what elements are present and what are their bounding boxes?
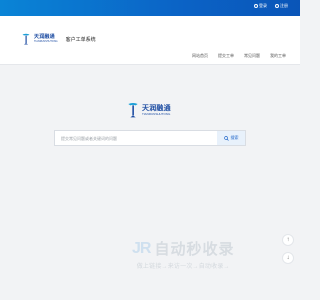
- site-header: 天润融通 TIANRUNSHUTONG 客户工单系统 网站首页 提交工单 常见问…: [0, 16, 300, 65]
- brand-name: 天润融通: [34, 33, 55, 40]
- search-box: 提交常见问题或者关键词的问题 搜索: [54, 130, 246, 146]
- search-input[interactable]: 提交常见问题或者关键词的问题: [61, 136, 117, 142]
- watermark-row: JR 自动秒收录: [132, 238, 234, 259]
- register-link[interactable]: 注册: [275, 3, 288, 9]
- brand[interactable]: 天润融通 TIANRUNSHUTONG 客户工单系统: [22, 33, 96, 45]
- nav-item-submit-ticket[interactable]: 提交工单: [218, 53, 234, 59]
- brand-name-en: TIANRUNSHUTONG: [34, 39, 58, 43]
- watermark: JR 自动秒收录 做上链接→来访一次→自动收录→: [132, 238, 234, 271]
- search-button[interactable]: 搜索: [217, 131, 245, 145]
- watermark-tagline: 做上链接→来访一次→自动收录→: [136, 264, 230, 270]
- watermark-logo: JR: [132, 239, 151, 257]
- center-logo-name: 天润融通: [142, 104, 171, 112]
- watermark-title: 自动秒收录: [154, 241, 235, 258]
- top-bar: 登录 注册: [0, 0, 300, 16]
- center-logo: 天润融通 TIANRUNSHUTONG: [127, 102, 171, 118]
- register-icon: [275, 4, 279, 8]
- brand-subtitle: 客户工单系统: [65, 36, 96, 43]
- brand-logo-icon: [22, 33, 30, 45]
- nav-item-faq[interactable]: 常见问题: [244, 53, 260, 59]
- nav-item-my-tickets[interactable]: 我的工单: [270, 53, 286, 59]
- nav-item-home[interactable]: 网站首页: [192, 53, 208, 59]
- center-logo-name-en: TIANRUNSHUTONG: [142, 111, 171, 116]
- arrow-down-icon: ↓: [286, 255, 290, 261]
- login-link[interactable]: 登录: [254, 3, 267, 9]
- scroll-top-button[interactable]: ↑: [282, 234, 294, 246]
- center-logo-icon: [128, 103, 138, 118]
- scroll-bottom-button[interactable]: ↓: [282, 252, 294, 264]
- main-nav: 网站首页 提交工单 常见问题 我的工单: [192, 53, 286, 59]
- arrow-up-icon: ↑: [286, 237, 290, 243]
- user-icon: [254, 4, 258, 8]
- brand-logo-text: 天润融通 TIANRUNSHUTONG: [34, 33, 58, 44]
- search-button-label: 搜索: [230, 135, 239, 140]
- account-links: 登录 注册: [254, 3, 288, 9]
- center-logo-text: 天润融通 TIANRUNSHUTONG: [142, 105, 171, 116]
- search-icon: [223, 135, 229, 141]
